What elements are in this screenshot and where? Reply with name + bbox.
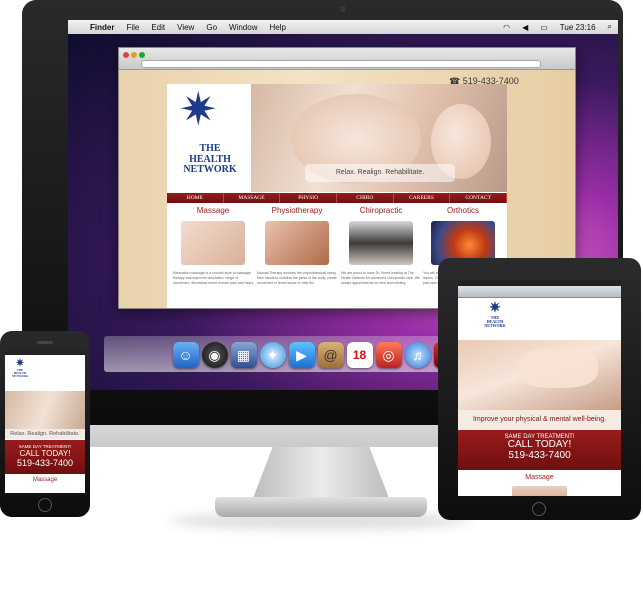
iphone-site-logo[interactable]: ✷ THE HEALTH NETWORK	[11, 359, 29, 389]
photo-booth-icon[interactable]: ◎	[375, 342, 402, 368]
iphone-section-title[interactable]: Massage	[5, 477, 85, 483]
nav-home[interactable]: HOME	[167, 193, 224, 203]
browser-toolbar	[119, 48, 575, 70]
iphone-device: ✷ THE HEALTH NETWORK Relax. Realign. Reh…	[0, 331, 90, 517]
search-icon[interactable]: ⌕	[602, 22, 618, 32]
site-logo[interactable]: ✷ THE HEALTH NETWORK	[167, 84, 251, 192]
nav-careers[interactable]: CAREERS	[394, 193, 451, 203]
close-window-icon[interactable]	[123, 52, 129, 58]
ipad-browser-toolbar[interactable]	[458, 286, 621, 298]
service-title[interactable]: Chiropractic	[341, 206, 421, 215]
cta-call-today: CALL TODAY!	[507, 439, 572, 450]
iphone-screen: ✷ THE HEALTH NETWORK Relax. Realign. Reh…	[5, 351, 85, 493]
menu-help[interactable]: Help	[263, 23, 291, 32]
battery-icon[interactable]: ▭	[534, 23, 554, 32]
massage-photo[interactable]	[181, 221, 245, 265]
wifi-icon[interactable]: ◠	[497, 23, 516, 32]
menu-finder[interactable]: Finder	[84, 23, 120, 32]
menu-clock[interactable]: Tue 23:16	[554, 23, 602, 32]
itunes-icon[interactable]: ♫	[404, 342, 431, 368]
ipad-hero-image	[458, 340, 621, 410]
cta-phone-number[interactable]: 519-433-7400	[5, 458, 85, 468]
ipad-call-to-action[interactable]: SAME DAY TREATMENT! CALL TODAY! 519-433-…	[458, 430, 621, 470]
imac-stand-base	[215, 497, 427, 517]
ipad-site-logo[interactable]: ✷ THE HEALTH NETWORK	[482, 302, 508, 340]
menu-status-area: ◠ ◀ ▭ Tue 23:16 ⌕	[497, 22, 618, 32]
service-title[interactable]: Physiotherapy	[257, 206, 337, 215]
speaker-icon	[37, 341, 53, 344]
service-physiotherapy: Physiotherapy Manual Therapy involves th…	[257, 206, 337, 297]
service-text: Manual Therapy involves the physiotherap…	[257, 271, 337, 285]
contacts-icon[interactable]: @	[317, 342, 344, 368]
menu-window[interactable]: Window	[223, 23, 263, 32]
home-button-icon[interactable]	[38, 498, 52, 512]
service-text: We are proud to have Dr. Horek treating …	[341, 271, 420, 285]
imac-stand-neck	[252, 446, 390, 501]
logo-text: THE HEALTH NETWORK	[183, 143, 237, 175]
safari-icon[interactable]: ✦	[259, 342, 286, 368]
calendar-icon[interactable]: 18	[346, 342, 373, 368]
service-title[interactable]: Massage	[173, 206, 253, 215]
chiropractic-photo[interactable]	[349, 221, 413, 265]
site-nav: HOME MASSAGE PHYSIO CHIRO CAREERS CONTAC…	[167, 193, 507, 203]
finder-icon[interactable]: ☺	[172, 342, 199, 368]
facetime-icon[interactable]: ▶	[288, 342, 315, 368]
menu-view[interactable]: View	[171, 23, 200, 32]
mac-menu-bar: Finder File Edit View Go Window Help ◠ ◀…	[68, 20, 618, 34]
menu-edit[interactable]: Edit	[145, 23, 171, 32]
service-massage: Massage Relaxation massage is a smooth s…	[173, 206, 253, 297]
ipad-device: ✷ THE HEALTH NETWORK Improve your physic…	[438, 258, 641, 520]
ipad-tagline: Improve your physical & mental well-bein…	[458, 410, 621, 430]
menu-go[interactable]: Go	[200, 23, 223, 32]
iphone-call-to-action[interactable]: SAME DAY TREATMENT! CALL TODAY! 519-433-…	[5, 440, 85, 474]
ipad-screen: ✷ THE HEALTH NETWORK Improve your physic…	[458, 280, 621, 496]
dashboard-icon[interactable]: ◉	[201, 342, 228, 368]
cta-call-today: CALL TODAY!	[19, 449, 71, 458]
hero-image-massage: Relax. Realign. Rehabilitate.	[251, 84, 507, 192]
iphone-tagline: Relax. Realign. Rehabilitate.	[5, 429, 85, 439]
iphone-status-bar	[5, 351, 85, 355]
zoom-window-icon[interactable]	[139, 52, 145, 58]
camera-icon	[340, 6, 346, 12]
iphone-hero-image	[5, 391, 85, 429]
nav-contact[interactable]: CONTACT	[450, 193, 507, 203]
mission-control-icon[interactable]: ▦	[230, 342, 257, 368]
ipad-section-title[interactable]: Massage	[458, 474, 621, 481]
logo-star-figure-icon: ✷	[179, 84, 218, 135]
ipad-hero-hands-shape	[518, 348, 598, 388]
address-bar[interactable]	[141, 60, 541, 68]
home-button-icon[interactable]	[532, 502, 546, 516]
nav-physio[interactable]: PHYSIO	[280, 193, 338, 203]
service-chiropractic: Chiropractic We are proud to have Dr. Ho…	[341, 206, 421, 297]
device-mockup-stage: Finder File Edit View Go Window Help ◠ ◀…	[0, 0, 643, 589]
hero-tagline: Relax. Realign. Rehabilitate.	[305, 164, 455, 182]
physiotherapy-photo[interactable]	[265, 221, 329, 265]
volume-icon[interactable]: ◀	[516, 23, 534, 32]
service-text: Relaxation massage is a smooth style of …	[173, 271, 253, 285]
nav-chiro[interactable]: CHIRO	[337, 193, 394, 203]
ipad-massage-photo[interactable]	[512, 486, 567, 496]
cta-phone-number[interactable]: 519-433-7400	[458, 450, 621, 461]
menu-file[interactable]: File	[120, 23, 145, 32]
minimize-window-icon[interactable]	[131, 52, 137, 58]
logo-star-figure-icon: ✷	[489, 301, 501, 316]
nav-massage[interactable]: MASSAGE	[224, 193, 281, 203]
service-title[interactable]: Orthotics	[423, 206, 503, 215]
